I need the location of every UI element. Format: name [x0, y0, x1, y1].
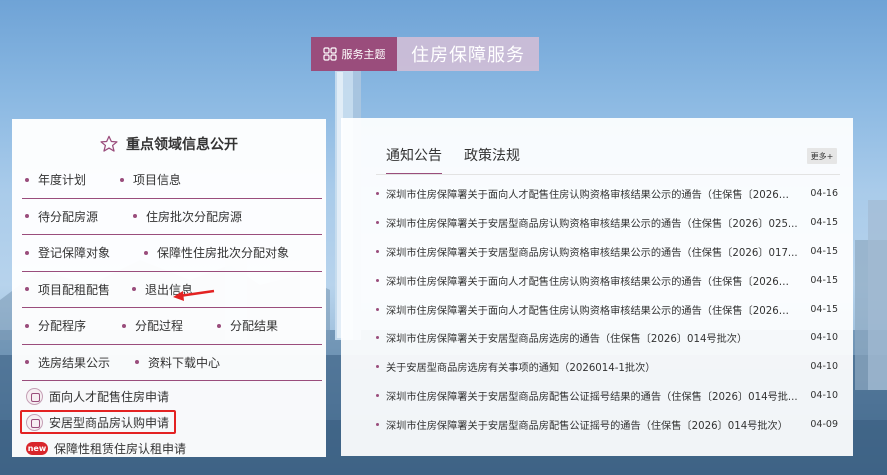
link-allocation-process[interactable]: 分配过程	[119, 317, 214, 334]
link-registered-recipients[interactable]: 登记保障对象	[22, 244, 141, 261]
news-date: 04-10	[810, 361, 838, 373]
apply-affordable-housing[interactable]: 安居型商品房认购申请	[20, 410, 176, 434]
apply-rental-housing-label: 保障性租赁住房认租申请	[54, 441, 187, 456]
news-list: 深圳市住房保障署关于面向人才配售住房认购资格审核结果公示的通告（住保售〔2026…	[376, 179, 838, 439]
disclosure-row: 登记保障对象 保障性住房批次分配对象	[22, 235, 322, 272]
grid-icon	[322, 47, 337, 61]
apply-talent-housing[interactable]: 面向人才配售住房申请	[26, 384, 316, 408]
announcement-tabs: 通知公告 政策法规	[386, 145, 520, 175]
panel-title-text: 重点领域信息公开	[126, 137, 238, 153]
link-project-info[interactable]: 项目信息	[117, 171, 181, 188]
news-title: 深圳市住房保障署关于面向人才配售住房认购资格审核结果公示的通告（住保售〔2026…	[386, 305, 798, 317]
list-item[interactable]: 深圳市住房保障署关于安居型商品房认购资格审核结果公示的通告（住保售〔2026〕0…	[376, 237, 838, 266]
tab-divider	[376, 174, 840, 175]
link-allocation-procedure[interactable]: 分配程序	[22, 317, 119, 334]
news-date: 04-15	[810, 245, 838, 257]
news-date: 04-15	[810, 303, 838, 315]
tab-policies[interactable]: 政策法规	[464, 145, 520, 175]
list-item[interactable]: 深圳市住房保障署关于面向人才配售住房认购资格审核结果公示的通告（住保售〔2026…	[376, 266, 838, 295]
panel-title: 重点领域信息公开	[12, 131, 326, 157]
news-title: 深圳市住房保障署关于安居型商品房认购资格审核结果公示的通告（住保售〔2026〕0…	[386, 247, 798, 259]
disclosure-row: 选房结果公示 资料下载中心	[22, 345, 322, 381]
news-title: 深圳市住房保障署关于安居型商品房选房的通告（住保售〔2026〕014号批次）	[386, 334, 748, 346]
service-theme-tag[interactable]: 服务主题	[311, 37, 397, 71]
news-date: 04-09	[810, 419, 838, 431]
new-badge-icon: new	[26, 441, 48, 455]
disclosure-row: 年度计划 项目信息	[22, 162, 322, 199]
star-icon	[100, 135, 118, 152]
list-item[interactable]: 深圳市住房保障署关于面向人才配售住房认购资格审核结果公示的通告（住保售〔2026…	[376, 179, 838, 208]
tab-notices[interactable]: 通知公告	[386, 145, 442, 175]
disclosure-row: 待分配房源 住房批次分配房源	[22, 199, 322, 235]
service-theme-bar: 服务主题 住房保障服务	[311, 37, 539, 71]
apply-affordable-housing-label: 安居型商品房认购申请	[49, 415, 170, 430]
news-date: 04-10	[810, 332, 838, 344]
link-annual-plan[interactable]: 年度计划	[22, 171, 117, 188]
news-date: 04-15	[810, 274, 838, 286]
service-theme-title: 住房保障服务	[397, 37, 539, 71]
red-arrow-icon	[173, 289, 215, 301]
news-title: 深圳市住房保障署关于安居型商品房认购资格审核结果公示的通告（住保售〔2026〕0…	[386, 218, 798, 230]
list-item[interactable]: 关于安居型商品房选房有关事项的通知（2026014-1批次） 04-10	[376, 352, 838, 381]
disclosure-row: 分配程序 分配过程 分配结果	[22, 308, 322, 345]
link-batch-recipients[interactable]: 保障性住房批次分配对象	[141, 244, 289, 261]
link-pending-housing[interactable]: 待分配房源	[22, 208, 130, 225]
application-links: 面向人才配售住房申请 安居型商品房认购申请 new 保障性租赁住房认租申请	[20, 384, 316, 462]
news-date: 04-16	[810, 187, 838, 199]
apply-talent-housing-label: 面向人才配售住房申请	[49, 389, 170, 404]
news-title: 深圳市住房保障署关于面向人才配售住房认购资格审核结果公示的通告（住保售〔2026…	[386, 189, 798, 201]
news-title: 深圳市住房保障署关于安居型商品房配售公证摇号的通告（住保售〔2026〕014号批…	[386, 421, 788, 433]
service-theme-tag-label: 服务主题	[341, 48, 386, 61]
link-allocation-result[interactable]: 分配结果	[214, 317, 278, 334]
news-date: 04-10	[810, 390, 838, 402]
more-button[interactable]: 更多+	[807, 148, 837, 164]
apply-rental-housing[interactable]: new 保障性租赁住房认租申请	[26, 436, 316, 460]
news-title: 关于安居型商品房选房有关事项的通知（2026014-1批次）	[386, 363, 656, 375]
list-item[interactable]: 深圳市住房保障署关于安居型商品房选房的通告（住保售〔2026〕014号批次） 04…	[376, 323, 838, 352]
news-date: 04-15	[810, 216, 838, 228]
list-item[interactable]: 深圳市住房保障署关于安居型商品房配售公证摇号结果的通告（住保售〔2026〕014…	[376, 381, 838, 410]
list-item[interactable]: 深圳市住房保障署关于安居型商品房认购资格审核结果公示的通告（住保售〔2026〕0…	[376, 208, 838, 237]
house-icon	[26, 387, 43, 405]
link-download-center[interactable]: 资料下载中心	[132, 354, 220, 371]
news-title: 深圳市住房保障署关于安居型商品房配售公证摇号结果的通告（住保售〔2026〕014…	[386, 392, 798, 404]
list-item[interactable]: 深圳市住房保障署关于安居型商品房配售公证摇号的通告（住保售〔2026〕014号批…	[376, 410, 838, 439]
house-icon	[26, 413, 43, 431]
link-selection-results[interactable]: 选房结果公示	[22, 354, 132, 371]
news-title: 深圳市住房保障署关于面向人才配售住房认购资格审核结果公示的通告（住保售〔2026…	[386, 276, 798, 288]
key-info-disclosure-panel: 重点领域信息公开 年度计划 项目信息 待分配房源 住房批次分配房源 登记保障对象…	[12, 119, 326, 457]
disclosure-row: 项目配租配售 退出信息	[22, 272, 322, 308]
link-project-allocation[interactable]: 项目配租配售	[22, 281, 129, 298]
link-batch-housing[interactable]: 住房批次分配房源	[130, 208, 242, 225]
disclosure-links: 年度计划 项目信息 待分配房源 住房批次分配房源 登记保障对象 保障性住房批次分…	[22, 162, 322, 381]
list-item[interactable]: 深圳市住房保障署关于面向人才配售住房认购资格审核结果公示的通告（住保售〔2026…	[376, 295, 838, 324]
announcements-panel: 通知公告 政策法规 更多+ 深圳市住房保障署关于面向人才配售住房认购资格审核结果…	[341, 118, 853, 456]
